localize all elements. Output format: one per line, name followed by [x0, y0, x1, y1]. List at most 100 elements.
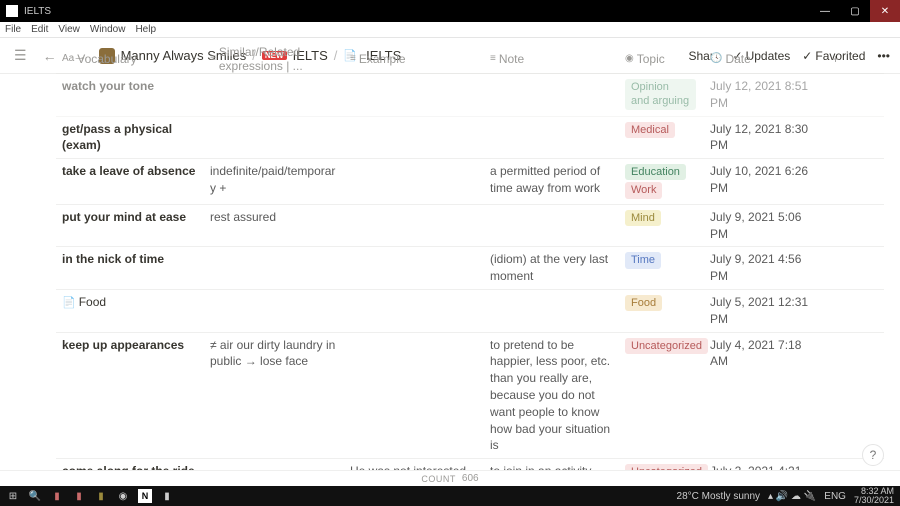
cell-similar[interactable]	[204, 247, 344, 289]
cell-note[interactable]	[484, 290, 619, 332]
clock-date[interactable]: 7/30/2021	[854, 496, 894, 505]
menu-window[interactable]: Window	[90, 24, 126, 35]
cell-topic[interactable]: Food	[619, 290, 704, 332]
app-icon	[6, 5, 18, 17]
menubar: File Edit View Window Help	[0, 22, 900, 38]
topic-tag: Medical	[625, 122, 675, 138]
minimize-button[interactable]: —	[810, 0, 840, 22]
cell-topic[interactable]: Time	[619, 247, 704, 289]
cell-date[interactable]: July 4, 2021 7:18 AM	[704, 333, 826, 459]
column-similar[interactable]: ≡Similar/Related expressions | ...	[204, 44, 344, 77]
taskbar: ⊞ 🔍 ▮ ▮ ▮ ◉ N ▮ 28°C Mostly sunny ▴ 🔊 ☁ …	[0, 486, 900, 506]
cell-note[interactable]	[484, 205, 619, 247]
cell-date[interactable]: July 12, 2021 8:51 PM	[704, 74, 826, 116]
cell-note[interactable]: to pretend to be happier, less poor, etc…	[484, 333, 619, 459]
cell-example[interactable]	[344, 159, 484, 204]
cell-similar[interactable]	[204, 74, 344, 116]
window-title: IELTS	[24, 6, 51, 17]
column-vocabulary[interactable]: AaVocabulary	[56, 48, 204, 70]
cell-vocabulary[interactable]: get/pass a physical (exam)	[56, 117, 204, 159]
cell-example[interactable]: He was not interested in investing in yo…	[344, 459, 484, 470]
column-topic[interactable]: ◉Topic	[619, 48, 704, 70]
taskbar-right: 28°C Mostly sunny ▴ 🔊 ☁ 🔌 ENG 8:32 AM 7/…	[677, 487, 894, 505]
cell-example[interactable]	[344, 290, 484, 332]
cell-vocabulary[interactable]: put your mind at ease	[56, 205, 204, 247]
start-button[interactable]: ⊞	[6, 489, 20, 503]
cell-similar[interactable]: rest assured	[204, 205, 344, 247]
cell-date[interactable]: July 2, 2021 4:21 PM	[704, 459, 826, 470]
tray-icons[interactable]: ▴ 🔊 ☁ 🔌	[768, 491, 816, 502]
topic-tag: Mind	[625, 210, 661, 226]
cell-example[interactable]	[344, 117, 484, 159]
table-row[interactable]: get/pass a physical (exam) Medical July 12…	[56, 117, 884, 160]
cell-vocabulary[interactable]: 📄Food	[56, 290, 204, 332]
table-row[interactable]: watch your tone Opinion and arguingJuly 1…	[56, 74, 884, 117]
cell-date[interactable]: July 10, 2021 6:26 PM	[704, 159, 826, 204]
cell-date[interactable]: July 12, 2021 8:30 PM	[704, 117, 826, 159]
cell-example[interactable]	[344, 74, 484, 116]
cell-topic[interactable]: Mind	[619, 205, 704, 247]
cell-similar[interactable]: indefinite/paid/temporary +	[204, 159, 344, 204]
cell-note[interactable]: to join in an activity without playing a…	[484, 459, 619, 470]
cell-topic[interactable]: Education Work	[619, 159, 704, 204]
hamburger-icon[interactable]: ☰	[10, 45, 31, 66]
menu-view[interactable]: View	[58, 24, 80, 35]
topic-tag: Work	[625, 182, 662, 198]
cell-vocabulary[interactable]: take a leave of absence	[56, 159, 204, 204]
table-row[interactable]: put your mind at easerest assured Mind Jul…	[56, 205, 884, 248]
weather-widget[interactable]: 28°C Mostly sunny	[677, 491, 760, 502]
cell-vocabulary[interactable]: come along for the ride	[56, 459, 204, 470]
cell-similar[interactable]	[204, 459, 344, 470]
cell-note[interactable]	[484, 117, 619, 159]
search-icon[interactable]: 🔍	[28, 489, 42, 503]
topic-tag: Uncategorized	[625, 338, 708, 354]
window-controls: — ▢ ✕	[810, 0, 900, 22]
table-header: AaVocabulary ≡Similar/Related expression…	[56, 44, 884, 74]
table-row[interactable]: in the nick of time (idiom) at the very l…	[56, 247, 884, 290]
cell-vocabulary[interactable]: keep up appearances	[56, 333, 204, 459]
cell-note[interactable]: a permitted period of time away from wor…	[484, 159, 619, 204]
column-date[interactable]: 🕓Date	[704, 48, 826, 70]
maximize-button[interactable]: ▢	[840, 0, 870, 22]
cell-date[interactable]: July 5, 2021 12:31 PM	[704, 290, 826, 332]
cell-similar[interactable]	[204, 117, 344, 159]
cell-topic[interactable]: Medical	[619, 117, 704, 159]
menu-file[interactable]: File	[5, 24, 21, 35]
task-app-2[interactable]: ▮	[72, 489, 86, 503]
cell-topic[interactable]: Opinion and arguing	[619, 74, 704, 116]
table-row[interactable]: 📄Food FoodJuly 5, 2021 12:31 PM	[56, 290, 884, 333]
cell-vocabulary[interactable]: in the nick of time	[56, 247, 204, 289]
cell-date[interactable]: July 9, 2021 5:06 PM	[704, 205, 826, 247]
cell-similar[interactable]: ≠ air our dirty laundry in public → lose…	[204, 333, 344, 459]
task-app-1[interactable]: ▮	[50, 489, 64, 503]
language-indicator[interactable]: ENG	[824, 491, 846, 502]
help-button[interactable]: ?	[862, 444, 884, 466]
notion-icon[interactable]: N	[138, 489, 152, 503]
cell-topic[interactable]: Uncategorized	[619, 459, 704, 470]
table-row[interactable]: keep up appearances≠ air our dirty laund…	[56, 333, 884, 460]
topic-tag: Education	[625, 164, 686, 180]
task-app-5[interactable]: ▮	[160, 489, 174, 503]
menu-edit[interactable]: Edit	[31, 24, 48, 35]
cell-example[interactable]	[344, 247, 484, 289]
table-row[interactable]: take a leave of absenceindefinite/paid/t…	[56, 159, 884, 205]
page-icon: 📄	[62, 297, 76, 309]
cell-similar[interactable]	[204, 290, 344, 332]
task-app-3[interactable]: ▮	[94, 489, 108, 503]
menu-help[interactable]: Help	[135, 24, 156, 35]
table-row[interactable]: come along for the ride He was not intere…	[56, 459, 884, 470]
cell-example[interactable]	[344, 205, 484, 247]
cell-vocabulary[interactable]: watch your tone	[56, 74, 204, 116]
column-example[interactable]: ≡Example	[344, 48, 484, 70]
cell-topic[interactable]: Uncategorized	[619, 333, 704, 459]
cell-note[interactable]: (idiom) at the very last moment	[484, 247, 619, 289]
count-value: 606	[462, 473, 479, 484]
cell-note[interactable]	[484, 74, 619, 116]
column-note[interactable]: ≡Note	[484, 48, 619, 70]
titlebar: IELTS — ▢ ✕	[0, 0, 900, 22]
chrome-icon[interactable]: ◉	[116, 489, 130, 503]
cell-example[interactable]	[344, 333, 484, 459]
close-button[interactable]: ✕	[870, 0, 900, 22]
add-column-button[interactable]: +	[826, 48, 846, 70]
cell-date[interactable]: July 9, 2021 4:56 PM	[704, 247, 826, 289]
